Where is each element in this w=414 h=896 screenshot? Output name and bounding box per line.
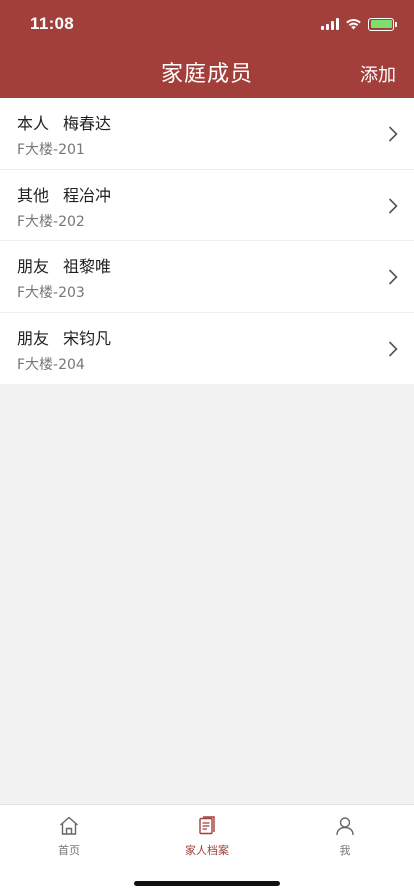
member-relation: 其他 — [17, 185, 50, 205]
member-name: 祖黎唯 — [63, 257, 112, 276]
member-name: 梅春达 — [63, 114, 112, 133]
home-indicator — [134, 881, 280, 886]
wifi-icon — [346, 19, 361, 30]
app-header: 11:08 家庭成员 添加 — [0, 0, 414, 98]
member-address: F大楼-203 — [17, 285, 85, 301]
add-member-button[interactable]: 添加 — [360, 61, 396, 87]
document-icon — [199, 816, 215, 835]
member-address: F大楼-201 — [17, 142, 85, 158]
member-name-line: 朋友 宋钧凡 — [17, 325, 111, 349]
status-bar: 11:08 — [0, 0, 414, 44]
list-item[interactable]: 其他 程冶冲 F大楼-202 — [0, 170, 414, 241]
status-icons — [321, 16, 397, 32]
chevron-right-icon — [388, 340, 398, 357]
chevron-right-icon — [388, 197, 398, 214]
member-name-line: 其他 程冶冲 — [17, 182, 111, 206]
list-item[interactable]: 朋友 宋钧凡 F大楼-204 — [0, 313, 414, 385]
status-time: 11:08 — [30, 14, 75, 33]
battery-icon — [368, 17, 397, 31]
list-item[interactable]: 本人 梅春达 F大楼-201 — [0, 98, 414, 170]
member-address: F大楼-202 — [17, 213, 85, 230]
member-relation: 朋友 — [17, 328, 50, 348]
tab-family-records-label: 家人档案 — [185, 844, 229, 857]
person-icon — [336, 817, 354, 836]
tab-home[interactable]: 首页 — [0, 815, 138, 858]
member-address: F大楼-204 — [17, 356, 85, 373]
tab-family-records[interactable]: 家人档案 — [138, 815, 276, 858]
chevron-right-icon — [388, 269, 398, 285]
tab-me-label: 我 — [339, 844, 351, 857]
member-name-line: 朋友 祖黎唯 — [17, 253, 111, 277]
family-member-list: 本人 梅春达 F大楼-201 其他 程冶冲 F大楼-202 朋友 祖黎唯 F大楼-20… — [0, 98, 414, 384]
cellular-signal-icon — [321, 18, 339, 30]
page-title: 家庭成员 — [160, 62, 253, 87]
member-relation: 朋友 — [17, 257, 50, 276]
tab-me[interactable]: 我 — [276, 815, 414, 858]
member-name: 宋钧凡 — [63, 328, 112, 348]
member-name-line: 本人 梅春达 — [17, 110, 111, 134]
member-relation: 本人 — [17, 114, 50, 133]
chevron-right-icon — [388, 126, 398, 142]
home-icon — [60, 816, 78, 835]
member-name: 程冶冲 — [63, 185, 112, 205]
list-item[interactable]: 朋友 祖黎唯 F大楼-203 — [0, 241, 414, 313]
tab-home-label: 首页 — [58, 844, 80, 857]
